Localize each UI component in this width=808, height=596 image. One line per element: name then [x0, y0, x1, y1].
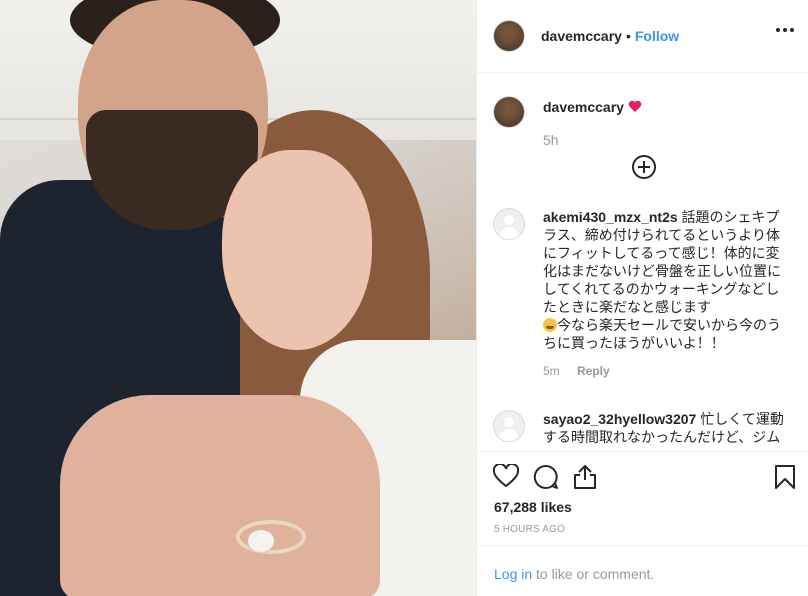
load-more-icon[interactable] — [632, 155, 656, 179]
post-photo[interactable] — [0, 0, 476, 596]
avatar[interactable] — [493, 20, 525, 52]
post-timestamp[interactable]: 5 HOURS AGO — [494, 524, 565, 535]
more-options-icon[interactable] — [776, 28, 794, 32]
login-prompt: Log in to like or comment. — [477, 545, 808, 596]
caption-username[interactable]: davemccary — [543, 99, 624, 115]
avatar[interactable] — [493, 410, 525, 442]
list-item: sayao2_32hyellow3207 忙しくて運動する時間取れなかったんだけ… — [493, 410, 793, 444]
separator-dot: • — [625, 28, 631, 44]
comment-text-cont: 今なら楽天セールで安いから今のうちに買ったほうがいいよ！！ — [543, 317, 781, 351]
follow-button[interactable]: Follow — [635, 28, 679, 44]
photo-hand — [60, 395, 380, 596]
caption-time[interactable]: 5h — [543, 132, 559, 148]
post-actions: 67,288 likes 5 HOURS AGO — [477, 451, 808, 535]
grinning-emoji-icon — [543, 318, 557, 332]
photo-ring-stone — [248, 530, 274, 552]
header-username[interactable]: davemccary — [541, 28, 622, 44]
comment-username[interactable]: sayao2_32hyellow3207 — [543, 411, 696, 427]
reply-button[interactable]: Reply — [577, 364, 610, 378]
comments-list[interactable]: davemccary 5h akemi430_mzx_nt2s 話題のシェキプラ… — [477, 74, 808, 444]
share-icon[interactable] — [573, 464, 597, 490]
post-header: davemccary • Follow — [477, 0, 808, 73]
comment-time[interactable]: 5m — [543, 364, 560, 378]
comment-username[interactable]: akemi430_mzx_nt2s — [543, 209, 678, 225]
caption: davemccary 5h — [493, 96, 793, 148]
list-item: akemi430_mzx_nt2s 話題のシェキプラス、締め付けられてるというよ… — [493, 208, 793, 378]
heart-emoji-icon — [628, 101, 642, 113]
avatar[interactable] — [493, 208, 525, 240]
login-suffix: to like or comment. — [532, 566, 655, 582]
post-side-panel: davemccary • Follow davemccary 5h akemi4… — [476, 0, 808, 596]
photo-woman-face — [222, 150, 372, 350]
avatar[interactable] — [493, 96, 525, 128]
login-link[interactable]: Log in — [494, 566, 532, 582]
like-count[interactable]: 67,288 likes — [494, 499, 572, 515]
comment-icon[interactable] — [533, 464, 559, 490]
heart-icon[interactable] — [493, 464, 519, 488]
bookmark-icon[interactable] — [774, 464, 796, 490]
